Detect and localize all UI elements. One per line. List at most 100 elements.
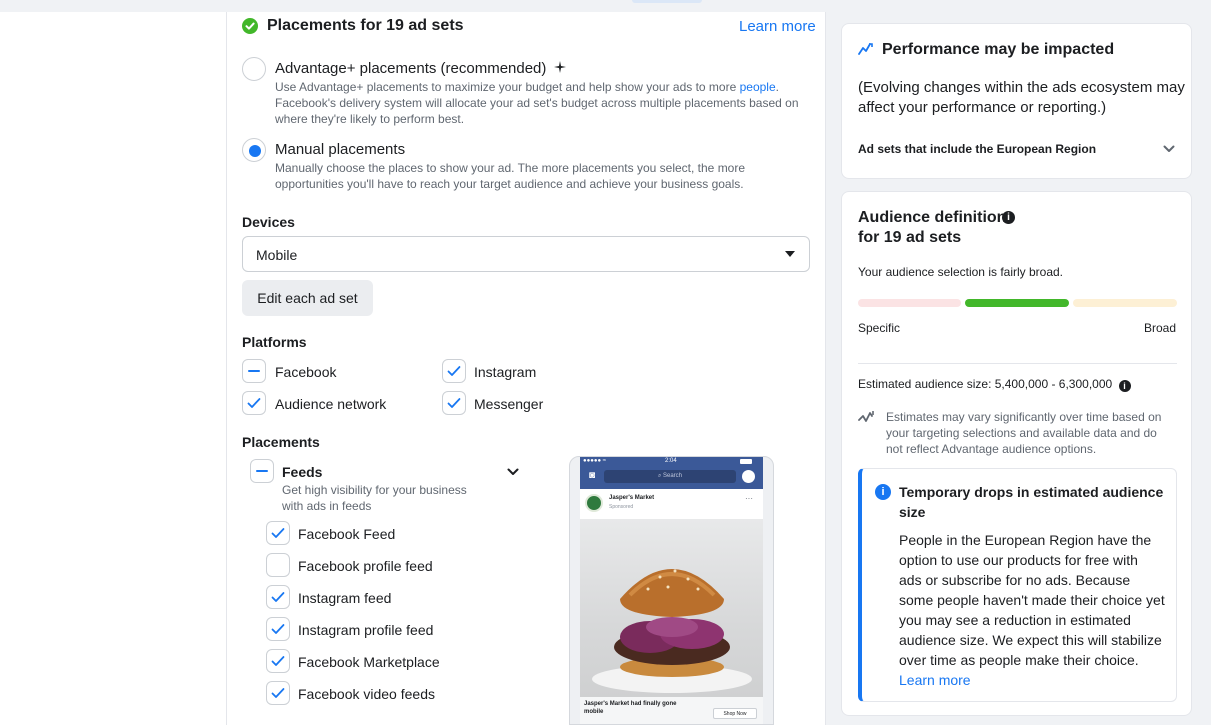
caret-down-icon: [785, 251, 795, 257]
checkmark-icon: [271, 624, 285, 634]
people-link[interactable]: people: [740, 80, 776, 94]
meter-segment-active: [965, 299, 1069, 307]
manual-title: Manual placements: [275, 141, 406, 158]
feed-item-label: Instagram profile feed: [298, 622, 434, 638]
checkmark-icon: [271, 656, 285, 666]
feed-item-facebook-feed-checkbox[interactable]: [266, 521, 290, 545]
audience-title: Audience definition i for 19 ad sets: [858, 208, 1015, 248]
notice-learn-more-link[interactable]: Learn more: [899, 672, 971, 688]
performance-title: Performance may be impacted: [882, 41, 1115, 58]
feed-item-facebook-video-feeds-checkbox[interactable]: [266, 681, 290, 705]
feed-item-instagram-profile-feed-checkbox[interactable]: [266, 617, 290, 641]
feed-item-facebook-profile-feed-checkbox[interactable]: [266, 553, 290, 577]
placements-label: Placements: [242, 434, 320, 450]
estimated-size: Estimated audience size: 5,400,000 - 6,3…: [858, 377, 1131, 392]
burger-illustration: [592, 569, 752, 693]
preview-caption: Jasper's Market had finally gone mobile: [584, 701, 677, 715]
feed-item-facebook-marketplace-checkbox[interactable]: [266, 649, 290, 673]
meter-right-label: Broad: [1144, 321, 1177, 335]
ad-image: [580, 519, 763, 697]
feed-item-label: Facebook profile feed: [298, 558, 433, 574]
trend-icon: [858, 43, 873, 55]
meter-segment-specific: [858, 299, 961, 307]
notice-body: People in the European Region have the o…: [899, 532, 1165, 688]
manual-description: Manually choose the places to show your …: [275, 161, 746, 191]
checkmark-icon: [271, 592, 285, 602]
phone-header: 2:04 ●●●●● ≈ ◙ ⌕ Search: [580, 457, 763, 489]
performance-card: Performance may be impacted (Evolving ch…: [841, 23, 1192, 179]
edit-each-ad-set-button[interactable]: Edit each ad set: [242, 280, 373, 316]
learn-more-link[interactable]: Learn more: [739, 18, 816, 35]
advantage-radio[interactable]: [242, 57, 266, 81]
feed-item-instagram-feed-checkbox[interactable]: [266, 585, 290, 609]
feed-item-label: Facebook Marketplace: [298, 654, 440, 670]
minus-icon: [248, 370, 260, 372]
placements-title: Placements for 19 ad sets: [267, 17, 464, 34]
feeds-description: Get high visibility for your business wi…: [282, 483, 467, 513]
advantage-title: Advantage+ placements (recommended): [275, 60, 566, 77]
preview-sponsored: Sponsored: [609, 504, 634, 510]
platform-messenger-checkbox[interactable]: [442, 391, 466, 415]
devices-select[interactable]: Mobile: [242, 236, 810, 272]
platform-facebook-checkbox[interactable]: [242, 359, 266, 383]
preview-cta-bar: Jasper's Market had finally gone mobile …: [580, 697, 763, 724]
minus-icon: [256, 470, 268, 472]
devices-value: Mobile: [256, 247, 298, 263]
checkmark-icon: [247, 398, 261, 408]
feed-item-label: Facebook video feeds: [298, 686, 435, 702]
divider: [858, 363, 1177, 364]
platform-instagram-label: Instagram: [474, 364, 537, 380]
checkmark-icon: [447, 398, 461, 408]
signal-icon: ●●●●● ≈: [583, 458, 607, 464]
checkmark-icon: [271, 688, 285, 698]
tab-indicator: [632, 0, 702, 3]
info-icon[interactable]: i: [1118, 380, 1131, 392]
camera-icon: ◙: [588, 470, 596, 481]
feeds-title: Feeds: [282, 464, 323, 480]
check-circle-icon: [242, 18, 258, 34]
performance-body: (Evolving changes within the ads ecosyst…: [858, 79, 1185, 116]
meter-left-label: Specific: [858, 321, 901, 335]
platform-facebook-label: Facebook: [275, 364, 337, 380]
messenger-icon: [742, 470, 755, 483]
placements-panel: Placements for 19 ad sets Learn more Adv…: [226, 12, 826, 725]
audience-card: Audience definition i for 19 ad sets You…: [841, 191, 1192, 716]
temporary-drops-notice: i Temporary drops in estimated audience …: [858, 468, 1177, 702]
more-options-icon: ···: [745, 494, 753, 503]
info-icon[interactable]: i: [1002, 211, 1015, 224]
advantage-description: Use Advantage+ placements to maximize yo…: [275, 80, 799, 126]
checkmark-icon: [447, 366, 461, 376]
devices-label: Devices: [242, 214, 295, 230]
expander-label: Ad sets that include the European Region: [858, 142, 1097, 156]
chevron-down-icon[interactable]: [507, 468, 519, 476]
trend-icon: [858, 411, 874, 422]
audience-selection-text: Your audience selection is fairly broad.: [858, 265, 1064, 279]
feeds-checkbox[interactable]: [250, 459, 274, 483]
phone-time: 2:04: [665, 458, 677, 464]
left-pane: [0, 12, 226, 725]
phone-search-bar: ⌕ Search: [604, 470, 736, 483]
info-icon: i: [875, 484, 891, 500]
feed-item-label: Facebook Feed: [298, 526, 396, 542]
ad-preview-phone: 2:04 ●●●●● ≈ ◙ ⌕ Search Jasper's Market …: [569, 456, 774, 725]
top-strip: [0, 0, 1211, 12]
shop-now-button: Shop Now: [713, 708, 757, 719]
platform-audience-network-label: Audience network: [275, 396, 387, 412]
european-region-expander[interactable]: Ad sets that include the European Region: [858, 140, 1177, 160]
manual-radio[interactable]: [242, 138, 266, 162]
estimate-note: Estimates may vary significantly over ti…: [886, 410, 1162, 456]
chevron-down-icon: [1163, 145, 1175, 152]
platform-audience-network-checkbox[interactable]: [242, 391, 266, 415]
preview-page-name: Jasper's Market: [609, 495, 655, 501]
meter-segment-broad: [1073, 299, 1177, 307]
feed-item-label: Instagram feed: [298, 590, 392, 606]
battery-icon: [740, 459, 752, 464]
sparkle-icon: [553, 61, 566, 73]
phone-screen: 2:04 ●●●●● ≈ ◙ ⌕ Search Jasper's Market …: [580, 457, 763, 724]
page-avatar: [585, 494, 603, 512]
platform-messenger-label: Messenger: [474, 396, 544, 412]
notice-title: Temporary drops in estimated audience si…: [899, 484, 1164, 520]
checkmark-icon: [271, 528, 285, 538]
platform-instagram-checkbox[interactable]: [442, 359, 466, 383]
platforms-label: Platforms: [242, 334, 307, 350]
